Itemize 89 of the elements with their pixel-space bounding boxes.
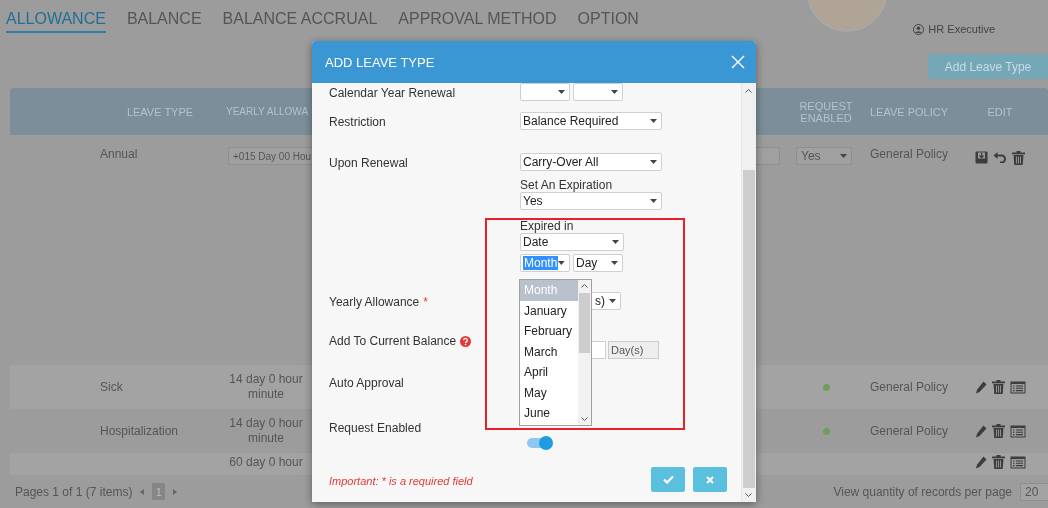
caret-icon [611, 261, 618, 265]
previous-page-icon[interactable] [140, 488, 145, 495]
field-label: Upon Renewal [329, 156, 408, 170]
user-role: HR Executive [928, 23, 995, 35]
required-mark: * [423, 295, 428, 309]
table-cell-text: 14 day 0 hour minute [228, 416, 304, 446]
scrollbar[interactable] [741, 83, 756, 502]
dropdown-option[interactable]: February [520, 321, 578, 342]
pencil-icon[interactable] [974, 455, 987, 469]
caret-icon [612, 240, 619, 244]
tab[interactable]: OPTION [577, 10, 639, 33]
table-cell: Hospitalization [100, 424, 179, 438]
help-icon[interactable] [460, 335, 472, 347]
dropdown-option[interactable]: Month [520, 280, 578, 301]
pencil-icon[interactable] [974, 424, 987, 438]
field-label: Request Enabled [329, 421, 422, 435]
check-icon [662, 475, 674, 484]
dropdown-option[interactable]: March [520, 341, 578, 362]
trash-icon[interactable] [991, 380, 1005, 394]
column-header: LEAVE TYPE [125, 105, 195, 118]
select-field[interactable]: Carry-Over All [520, 153, 662, 171]
toggle-switch[interactable] [527, 438, 551, 448]
dropdown-option[interactable]: January [520, 300, 578, 321]
trash-icon[interactable] [991, 424, 1005, 438]
dropdown-option[interactable]: May [520, 382, 578, 403]
per-page-label: View quantity of records per page [833, 484, 1012, 499]
close-icon[interactable] [731, 55, 745, 69]
save-icon[interactable] [975, 151, 988, 164]
column-header: REQUEST ENABLED [798, 99, 854, 124]
select-field[interactable] [573, 83, 623, 101]
undo-icon[interactable] [993, 151, 1007, 163]
select-field[interactable]: 20 [1020, 482, 1048, 501]
scroll-down-icon[interactable] [745, 493, 753, 498]
trash-icon[interactable] [991, 455, 1005, 469]
list-icon[interactable] [1009, 455, 1026, 469]
tab[interactable]: BALANCE [126, 10, 202, 33]
table-cell: Sick [100, 380, 123, 394]
page-summary: Pages 1 of 1 (7 items) [15, 484, 133, 499]
dropdown-option[interactable]: June [520, 403, 578, 424]
list-icon[interactable] [1009, 380, 1026, 394]
caret-icon [650, 199, 657, 203]
list-icon[interactable] [1009, 424, 1026, 438]
caret-icon [650, 119, 657, 123]
table-cell-text: General Policy [869, 146, 950, 163]
select-field[interactable]: Month [520, 254, 570, 272]
caret-icon [650, 160, 657, 164]
caret-icon [609, 299, 616, 303]
scrollbar[interactable] [578, 280, 591, 425]
field-label: Auto Approval [329, 376, 404, 390]
column-header: EDIT [986, 105, 1014, 118]
close-icon [706, 475, 715, 484]
tab[interactable]: APPROVAL METHOD [398, 10, 557, 33]
scroll-up-icon[interactable] [581, 283, 588, 288]
select-field[interactable]: Day [573, 254, 623, 272]
table-cell-text: General Policy [868, 424, 949, 438]
field-label: Add To Current Balance [329, 334, 457, 348]
scroll-up-icon[interactable] [745, 88, 753, 93]
caret-icon [558, 90, 565, 94]
select-field[interactable]: Yes [796, 147, 852, 165]
required-note: Important: * is a required field [329, 475, 473, 487]
table-cell-text: 14 day 0 hour minute [228, 372, 304, 402]
field-label: Yearly Allowance [329, 295, 420, 309]
column-header: LEAVE POLICY [868, 105, 950, 118]
table-cell-text: General Policy [868, 380, 949, 394]
dialog-title: ADD LEAVE TYPE [325, 54, 435, 70]
pencil-icon[interactable] [974, 380, 987, 394]
table-cell-text: 60 day 0 hour [228, 454, 304, 470]
field-label: Set An Expiration [520, 178, 613, 192]
person-icon [913, 23, 925, 35]
add-leave-type-button[interactable]: Add Leave Type [928, 54, 1048, 79]
select-field[interactable] [520, 83, 570, 101]
dropdown-option[interactable]: April [520, 362, 578, 383]
scroll-down-icon[interactable] [581, 417, 588, 422]
select-field[interactable]: Balance Required [520, 112, 662, 130]
trash-icon[interactable] [1012, 151, 1025, 165]
table-cell-text: Annual [100, 146, 139, 163]
select-field[interactable]: Yes [520, 192, 662, 210]
select-field[interactable]: Date [520, 233, 624, 251]
field-label: Restriction [329, 115, 386, 129]
field-label: Calendar Year Renewal [329, 86, 456, 100]
caret-icon [611, 90, 618, 94]
unit-label: Day(s) [608, 341, 659, 359]
next-page-icon[interactable] [173, 488, 178, 495]
caret-icon [840, 154, 847, 158]
field-label: Expired in [520, 219, 574, 233]
tab[interactable]: ALLOWANCE [6, 10, 106, 33]
tab[interactable]: BALANCE ACCRUAL [222, 10, 378, 33]
caret-icon [558, 261, 565, 265]
column-header: YEARLY ALLOWA [225, 106, 310, 117]
